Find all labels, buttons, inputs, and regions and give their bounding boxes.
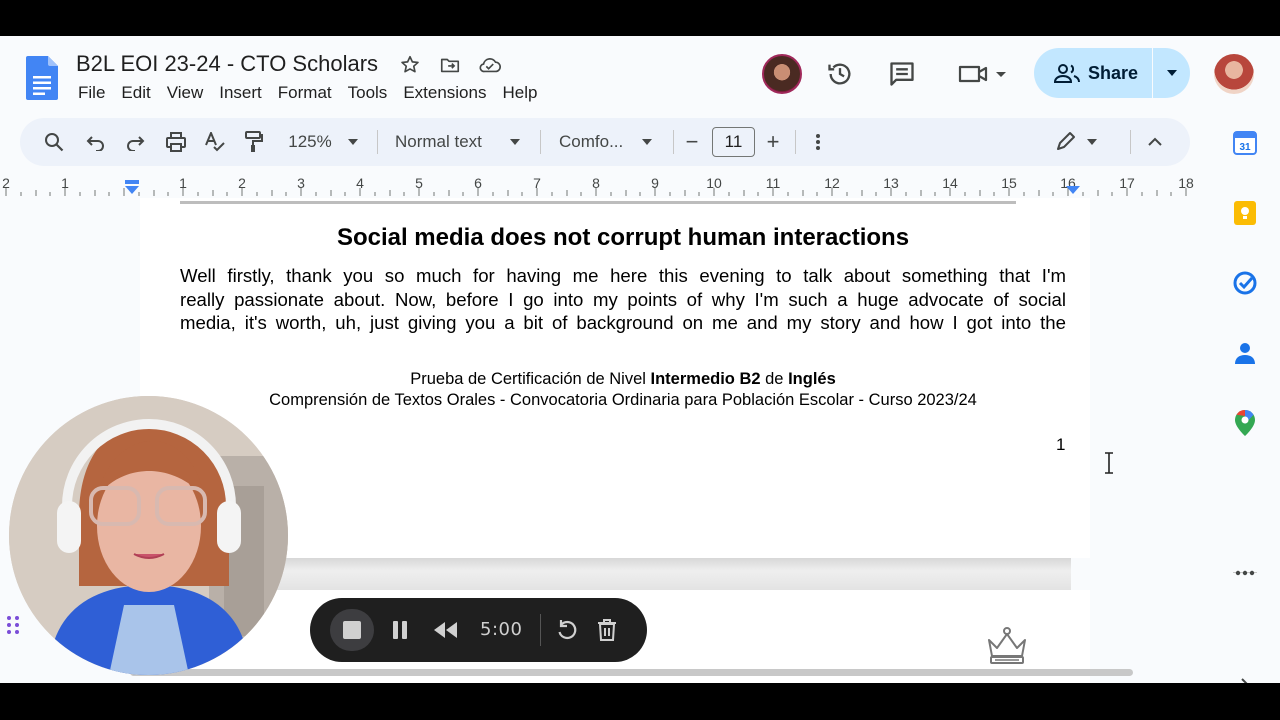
undo-icon[interactable] <box>84 130 108 154</box>
letterbox-bottom <box>0 683 1280 720</box>
decrease-font-size-button[interactable]: − <box>682 129 702 154</box>
editing-mode-icon[interactable] <box>1054 130 1100 154</box>
move-folder-icon[interactable] <box>437 52 463 78</box>
comments-icon[interactable] <box>886 58 918 90</box>
calendar-icon[interactable]: 31 <box>1232 130 1258 156</box>
zoom-select[interactable]: 125% <box>286 130 334 154</box>
menu-tools[interactable]: Tools <box>340 81 396 105</box>
footer-exam-line: Comprensión de Textos Orales - Convocato… <box>269 391 977 409</box>
document-title[interactable]: B2L EOI 23-24 - CTO Scholars <box>76 51 378 77</box>
screen-recorder-bar: 5:00 <box>310 598 647 662</box>
paint-format-icon[interactable] <box>242 130 266 154</box>
paragraph-line: Well firstly, thank you so much for havi… <box>180 265 1066 286</box>
font-chevron-down-icon[interactable] <box>640 130 654 154</box>
tasks-icon[interactable] <box>1232 270 1258 296</box>
recorder-divider <box>540 614 541 646</box>
share-button-group: Share <box>1034 48 1190 98</box>
meet-icon[interactable] <box>954 58 1010 90</box>
text-cursor-icon <box>1105 452 1113 474</box>
document-paragraph[interactable]: Well firstly, thank you so much for havi… <box>180 264 1066 335</box>
pause-icon[interactable] <box>387 618 413 642</box>
image-top-border <box>180 198 1016 204</box>
menu-file[interactable]: File <box>70 81 113 105</box>
webcam-bubble[interactable] <box>9 396 288 675</box>
font-size-input[interactable]: 11 <box>712 127 755 157</box>
formatting-toolbar: 125% Normal text Comfo... − 11 + <box>20 118 1190 166</box>
toolbar-divider <box>540 130 541 154</box>
crown-logo-icon <box>988 627 1026 664</box>
toolbar-divider <box>1130 130 1131 154</box>
share-options-chevron-icon[interactable] <box>1153 69 1190 77</box>
right-indent-marker-icon[interactable] <box>1065 180 1081 196</box>
horizontal-scrollbar-thumb[interactable] <box>130 669 1133 676</box>
paragraph-line: really passionate about. Now, before I g… <box>180 288 1066 310</box>
page-number: 1 <box>1056 435 1066 454</box>
footer-level: Intermedio B2 <box>650 370 761 388</box>
star-icon[interactable] <box>397 52 423 78</box>
zoom-chevron-down-icon[interactable] <box>346 130 360 154</box>
increase-font-size-button[interactable]: + <box>763 129 783 154</box>
more-icon[interactable] <box>810 130 826 154</box>
toolbar-divider <box>377 130 378 154</box>
toolbar-divider <box>795 130 796 154</box>
stop-recording-button[interactable] <box>330 609 374 651</box>
collapse-icon[interactable] <box>1144 130 1166 154</box>
keep-icon[interactable] <box>1232 200 1258 226</box>
menu-extensions[interactable]: Extensions <box>395 81 494 105</box>
paragraph-line: media, it's worth, uh, just giving you a… <box>180 312 1066 333</box>
menu-help[interactable]: Help <box>494 81 545 105</box>
letterbox-top <box>0 0 1280 36</box>
stop-icon <box>343 621 361 639</box>
footer-language: Inglés <box>788 370 836 388</box>
style-chevron-down-icon[interactable] <box>508 130 522 154</box>
font-family-select[interactable]: Comfo... <box>559 130 629 154</box>
menu-edit[interactable]: Edit <box>113 81 158 105</box>
toolbar-divider <box>673 130 674 154</box>
cloud-saved-icon[interactable] <box>477 52 503 78</box>
maps-icon[interactable] <box>1232 410 1258 436</box>
menu-bar: File Edit View Insert Format Tools Exten… <box>70 81 545 105</box>
share-label: Share <box>1088 62 1139 83</box>
menu-view[interactable]: View <box>159 81 212 105</box>
drag-handle-icon[interactable] <box>5 614 21 636</box>
people-icon <box>1054 64 1080 83</box>
share-button[interactable]: Share <box>1034 48 1152 98</box>
svg-text:31: 31 <box>1239 142 1251 153</box>
horizontal-ruler[interactable]: 2 1 1 2 3 4 5 6 7 8 9 10 11 12 13 14 15 … <box>0 172 1200 198</box>
spellcheck-icon[interactable] <box>203 130 227 154</box>
version-history-icon[interactable] <box>824 58 856 90</box>
menu-insert[interactable]: Insert <box>211 81 270 105</box>
collaborator-avatar[interactable] <box>762 54 802 94</box>
menu-format[interactable]: Format <box>270 81 340 105</box>
footer-text: Prueba de Certificación de Nivel <box>410 370 651 388</box>
more-apps-icon[interactable] <box>1232 560 1258 586</box>
webcam-feed-image <box>9 396 288 675</box>
account-avatar[interactable] <box>1214 54 1254 94</box>
ruler-ticks <box>5 188 1187 196</box>
docs-logo-icon[interactable] <box>26 56 58 100</box>
contacts-icon[interactable] <box>1232 340 1258 366</box>
footer-certification-line: Prueba de Certificación de Nivel Interme… <box>140 370 1106 389</box>
expand-panel-icon[interactable] <box>1232 672 1258 683</box>
footer-text: de <box>760 370 789 388</box>
document-heading[interactable]: Social media does not corrupt human inte… <box>140 224 1106 252</box>
indent-marker-icon[interactable] <box>124 180 140 196</box>
rewind-icon[interactable] <box>430 618 460 642</box>
redo-icon[interactable] <box>123 130 147 154</box>
print-icon[interactable] <box>163 130 189 154</box>
search-icon[interactable] <box>42 130 66 154</box>
paragraph-style-select[interactable]: Normal text <box>395 130 495 154</box>
restart-icon[interactable] <box>554 618 580 642</box>
delete-icon[interactable] <box>594 618 620 642</box>
title-actions <box>397 52 503 78</box>
recording-timer: 5:00 <box>480 619 523 640</box>
